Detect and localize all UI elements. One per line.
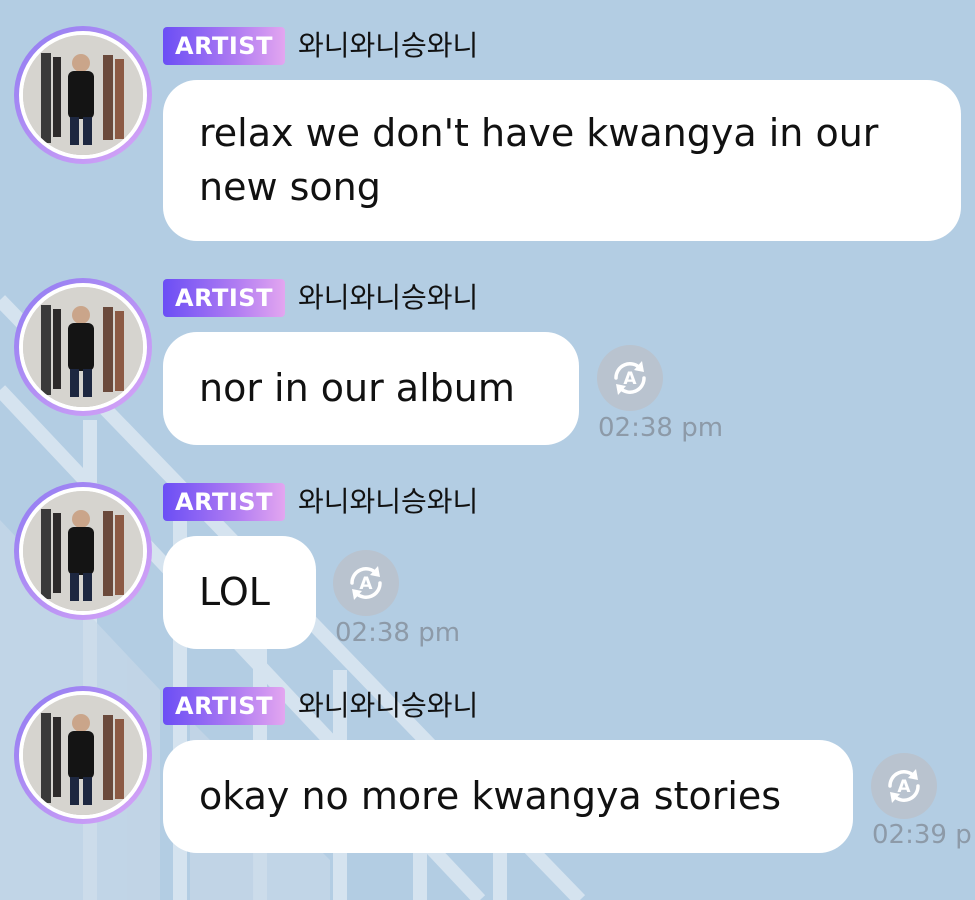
message-item: ARTIST 와니와니승와니 relax we don't have kwang… [0, 0, 975, 250]
sender-name[interactable]: 와니와니승와니 [298, 483, 478, 521]
svg-text:A: A [897, 777, 911, 797]
sender-name[interactable]: 와니와니승와니 [298, 687, 478, 725]
artist-badge: ARTIST [163, 279, 285, 317]
translate-button[interactable]: A [597, 345, 663, 411]
message-time: 02:39 p [872, 820, 972, 850]
message-bubble[interactable]: nor in our album [163, 332, 579, 445]
message-text: LOL [199, 570, 270, 614]
artist-badge: ARTIST [163, 687, 285, 725]
translate-icon: A [614, 361, 646, 395]
message-time: 02:38 pm [335, 618, 461, 648]
message-bubble[interactable]: relax we don't have kwangya in our new s… [163, 80, 961, 241]
chat-message-list: ARTIST 와니와니승와니 relax we don't have kwang… [0, 0, 975, 900]
avatar[interactable] [14, 482, 152, 620]
message-time: 02:38 pm [598, 413, 724, 443]
svg-text:A: A [623, 369, 637, 389]
message-bubble[interactable]: LOL [163, 536, 316, 649]
artist-badge: ARTIST [163, 27, 285, 65]
translate-icon: A [350, 566, 382, 600]
message-text: nor in our album [199, 366, 515, 410]
translate-button[interactable]: A [333, 550, 399, 616]
artist-badge: ARTIST [163, 483, 285, 521]
sender-name[interactable]: 와니와니승와니 [298, 279, 478, 317]
svg-text:A: A [359, 574, 373, 594]
message-text-line: new song [199, 165, 381, 209]
avatar[interactable] [14, 278, 152, 416]
message-text: okay no more kwangya stories [199, 774, 782, 818]
sender-name[interactable]: 와니와니승와니 [298, 27, 478, 65]
translate-icon: A [888, 769, 920, 803]
translate-button[interactable]: A [871, 753, 937, 819]
avatar[interactable] [14, 26, 152, 164]
avatar[interactable] [14, 686, 152, 824]
message-bubble[interactable]: okay no more kwangya stories [163, 740, 853, 853]
message-text-line: relax we don't have kwangya in our [199, 111, 879, 155]
